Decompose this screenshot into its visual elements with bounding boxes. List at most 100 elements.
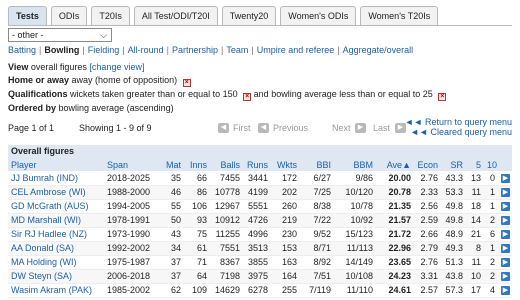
view-link-aggregate[interactable]: Aggregate/overall — [343, 45, 414, 55]
last-page-button[interactable]: Last — [373, 123, 390, 133]
table-cell: 21.57 — [376, 213, 414, 228]
table-cell: 1992-2002 — [104, 241, 160, 256]
table-cell: 86 — [184, 185, 210, 200]
table-row: Sir RJ Hadlee (NZ) 1973-1990 43 75 11255 4996… — [8, 227, 512, 242]
tab-twenty20[interactable]: Twenty20 — [221, 6, 277, 25]
tab-womens-odis[interactable]: Women's ODIs — [280, 6, 357, 25]
view-link-bowling[interactable]: Bowling — [44, 45, 79, 55]
table-cell: 2.33 — [414, 185, 441, 200]
column-header-wkts[interactable]: Wkts — [271, 158, 300, 171]
table-cell: 10/78 — [334, 199, 376, 214]
column-header-player[interactable]: Player — [8, 158, 104, 171]
table-cell: 7/119 — [300, 283, 334, 298]
tab-tests[interactable]: Tests — [8, 6, 47, 25]
page-indicator: Page 1 of 1 — [8, 123, 55, 133]
table-cell: 260 — [271, 199, 300, 214]
table-cell: 4 — [484, 283, 498, 298]
table-cell: 10778 — [210, 185, 243, 200]
column-header-runs[interactable]: Runs — [243, 158, 271, 171]
row-details-icon[interactable]: ▶ — [501, 244, 510, 254]
table-cell: 6278 — [243, 283, 271, 298]
player-link[interactable]: Wasim Akram (PAK) — [11, 285, 92, 295]
table-cell: 4726 — [243, 213, 271, 228]
player-link[interactable]: DW Steyn (SA) — [11, 271, 72, 281]
player-link[interactable]: GD McGrath (AUS) — [11, 201, 89, 211]
column-header-balls[interactable]: Balls — [210, 158, 243, 171]
view-link-partnership[interactable]: Partnership — [172, 45, 218, 55]
row-details-icon[interactable]: ▶ — [501, 202, 510, 212]
table-cell: 11255 — [210, 227, 243, 242]
column-header-econ[interactable]: Econ — [414, 158, 441, 171]
tab-t20is[interactable]: T20Is — [91, 6, 130, 25]
remove-filter-icon[interactable]: × — [438, 93, 447, 101]
column-header-bbi[interactable]: BBI — [300, 158, 334, 171]
remove-filter-icon[interactable]: × — [243, 93, 252, 101]
table-cell: 3513 — [243, 241, 271, 256]
view-link-umpire[interactable]: Umpire and referee — [257, 45, 335, 55]
other-format-select[interactable]: - other - ⌵ — [8, 28, 112, 42]
table-cell: ▶ — [498, 199, 512, 214]
previous-page-button[interactable]: Previous — [273, 123, 308, 133]
column-header-inns[interactable]: Inns — [184, 158, 210, 171]
player-link[interactable]: AA Donald (SA) — [11, 243, 74, 253]
table-cell: CEL Ambrose (WI) — [8, 185, 104, 200]
column-header-sr[interactable]: SR — [441, 158, 466, 171]
table-cell: 64 — [184, 269, 210, 284]
column-header-span[interactable]: Span — [104, 158, 160, 171]
player-link[interactable]: JJ Bumrah (IND) — [11, 173, 78, 183]
table-cell: 20.00 — [376, 171, 414, 186]
remove-filter-icon[interactable]: × — [182, 79, 191, 87]
table-cell: 10/92 — [334, 213, 376, 228]
row-details-icon[interactable]: ▶ — [501, 258, 510, 268]
table-cell: 1978-1991 — [104, 213, 160, 228]
table-cell: 20.78 — [376, 185, 414, 200]
next-page-button[interactable]: Next — [332, 123, 351, 133]
row-details-icon[interactable]: ▶ — [501, 188, 510, 198]
first-page-icon: ◀ — [218, 123, 229, 133]
player-link[interactable]: Sir RJ Hadlee (NZ) — [11, 229, 87, 239]
player-link[interactable]: MA Holding (WI) — [11, 257, 77, 267]
column-header-bbm[interactable]: BBM — [334, 158, 376, 171]
view-link-team[interactable]: Team — [226, 45, 248, 55]
row-details-icon[interactable]: ▶ — [501, 216, 510, 226]
table-cell: 1985-2002 — [104, 283, 160, 298]
table-cell: ▶ — [498, 269, 512, 284]
column-header-ave[interactable]: Ave▲ — [376, 158, 414, 171]
format-tabs: Tests ODIs T20Is All Test/ODI/T20I Twent… — [8, 6, 439, 25]
section-title: Overall figures — [8, 145, 512, 158]
first-page-button[interactable]: First — [233, 123, 251, 133]
column-header-5w[interactable]: 5 — [466, 158, 484, 171]
tab-odis[interactable]: ODIs — [50, 6, 88, 25]
return-to-query-menu-link[interactable]: ◄◄ Return to query menu — [405, 117, 512, 127]
table-cell: 2006-2018 — [104, 269, 160, 284]
table-cell: 93 — [184, 213, 210, 228]
view-link-fielding[interactable]: Fielding — [88, 45, 120, 55]
tab-womens-t20is[interactable]: Women's T20Is — [360, 6, 439, 25]
tab-all-formats[interactable]: All Test/ODI/T20I — [133, 6, 218, 25]
table-cell: JJ Bumrah (IND) — [8, 171, 104, 186]
player-link[interactable]: MD Marshall (WI) — [11, 215, 81, 225]
table-cell: 2 — [484, 255, 498, 270]
table-cell: ▶ — [498, 241, 512, 256]
view-link-all-round[interactable]: All-round — [128, 45, 164, 55]
tabs-divider — [8, 25, 512, 26]
table-cell: 3855 — [243, 255, 271, 270]
table-cell: 71 — [184, 255, 210, 270]
view-link-batting[interactable]: Batting — [8, 45, 36, 55]
player-link[interactable]: CEL Ambrose (WI) — [11, 187, 86, 197]
table-cell: 43 — [160, 227, 184, 242]
row-details-icon[interactable]: ▶ — [501, 272, 510, 282]
row-details-icon[interactable]: ▶ — [501, 286, 510, 296]
table-row: CEL Ambrose (WI) 1988-2000 46 86 10778 4199 20… — [8, 185, 512, 200]
table-cell: 1 — [484, 199, 498, 214]
table-cell: 2.76 — [414, 171, 441, 186]
table-cell: 1975-1987 — [104, 255, 160, 270]
change-view-link[interactable]: [change view] — [89, 62, 144, 72]
column-header-10w[interactable]: 10 — [484, 158, 498, 171]
table-cell: 10 — [466, 269, 484, 284]
cleared-query-menu-link[interactable]: ◄◄ Cleared query menu — [405, 127, 512, 137]
row-details-icon[interactable]: ▶ — [501, 230, 510, 240]
row-details-icon[interactable]: ▶ — [501, 173, 510, 183]
column-header-mat[interactable]: Mat — [160, 158, 184, 171]
table-cell: 13 — [466, 171, 484, 186]
